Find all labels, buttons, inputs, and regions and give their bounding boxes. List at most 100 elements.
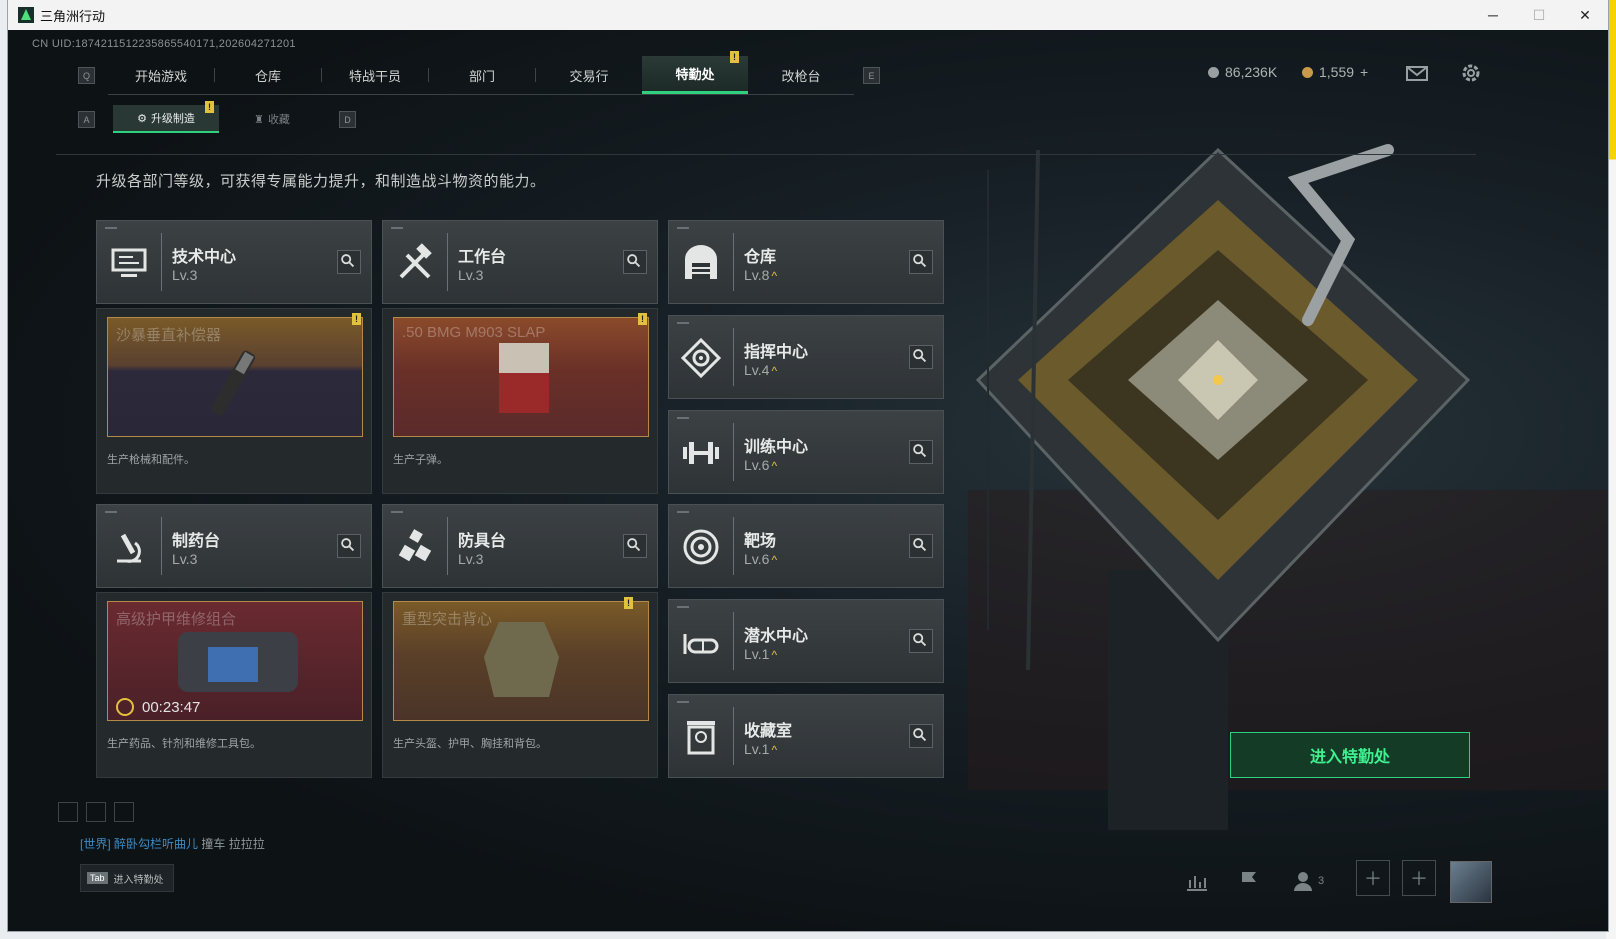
dept-name: 技术中心 — [172, 249, 237, 266]
dept-pharmacy[interactable]: 制药台 Lv.3 — [96, 504, 372, 588]
tab-shortcut-hint[interactable]: Tab 进入特勤处 — [80, 864, 174, 892]
dept-warehouse[interactable]: 仓库 Lv.8 ^ — [668, 220, 944, 304]
silver-currency[interactable]: 86,236K — [1208, 64, 1277, 80]
squad-icon — [1294, 872, 1312, 891]
production-workbench[interactable]: .50 BMG M903 SLAP ! 生产子弹。 — [382, 308, 658, 494]
squad-count: 3 — [1318, 875, 1325, 887]
production-pharmacy[interactable]: 高级护甲维修组合 00:23:47 生产药品、针剂和维修工具包。 — [96, 592, 372, 778]
dept-collection-room[interactable]: 收藏室 Lv.1 ^ — [668, 694, 944, 778]
dept-workbench[interactable]: 工作台 Lv.3 — [382, 220, 658, 304]
search-icon[interactable] — [909, 534, 933, 558]
search-icon[interactable] — [623, 250, 647, 274]
monitor-icon — [111, 248, 147, 277]
divider — [56, 154, 1476, 155]
invite-slot-button[interactable]: ＋ — [1356, 860, 1390, 896]
search-icon[interactable] — [909, 440, 933, 464]
invite-slot-button[interactable]: ＋ — [1402, 860, 1436, 896]
gold-currency[interactable]: 1,559 + — [1302, 64, 1368, 80]
command-icon — [680, 337, 722, 379]
dept-command-center[interactable]: 指挥中心 Lv.4 ^ — [668, 315, 944, 399]
search-icon[interactable] — [909, 629, 933, 653]
dept-level: Lv.6 — [744, 457, 770, 473]
production-armor[interactable]: 重型突击背心 ! 生产头盔、护甲、胸挂和背包。 — [382, 592, 658, 778]
settings-gear-icon[interactable] — [1458, 60, 1484, 86]
subtab-collection[interactable]: ♜ 收藏 — [219, 105, 325, 133]
delta-force-logo-icon — [18, 7, 34, 23]
dept-name: 靶场 — [744, 533, 777, 550]
subnav-next-key: D — [339, 111, 356, 128]
product-name: .50 BMG M903 SLAP — [402, 324, 546, 341]
dept-level-row: Lv.8 ^ — [744, 267, 777, 283]
dept-level: Lv.8 — [744, 267, 770, 283]
stats-chart-icon[interactable] — [1184, 870, 1210, 892]
nav-next-key: E — [863, 67, 880, 84]
game-window: 三角洲行动 ─ ☐ ✕ CN UID:187421151223586554017… — [8, 0, 1608, 931]
dept-name: 工作台 — [458, 249, 507, 266]
dept-armor[interactable]: 防具台 Lv.3 — [382, 504, 658, 588]
tab-department[interactable]: 部门 — [429, 56, 535, 94]
main-nav: 开始游戏 仓库 特战干员 部门 交易行 特勤处 改枪台 — [108, 56, 854, 95]
nav-prev-key: Q — [78, 67, 95, 84]
game-viewport: CN UID:1874211512235865540171,2026042712… — [8, 30, 1608, 931]
dept-level-row: Lv.6 ^ — [744, 551, 777, 567]
upgrade-arrow-icon: ^ — [771, 364, 778, 378]
tab-warehouse[interactable]: 仓库 — [215, 56, 321, 94]
tab-start-game[interactable]: 开始游戏 — [108, 56, 214, 94]
dept-name: 潜水中心 — [744, 628, 809, 645]
upgrade-arrow-icon: ^ — [771, 553, 778, 567]
maximize-button[interactable]: ☐ — [1516, 0, 1562, 30]
dumbbell-icon — [683, 442, 719, 464]
dept-tech-center[interactable]: 技术中心 Lv.3 — [96, 220, 372, 304]
special-ops-alert-badge: ! — [730, 51, 739, 63]
enter-special-ops-button[interactable]: 进入特勤处 — [1230, 732, 1470, 778]
upgrade-arrow-icon: ^ — [771, 648, 778, 662]
upgrade-arrow-icon: ^ — [771, 459, 778, 473]
invite-slots: ＋ ＋ — [1356, 860, 1436, 896]
search-icon[interactable] — [909, 724, 933, 748]
armor-icon — [398, 529, 432, 562]
dept-name: 仓库 — [744, 249, 777, 266]
chat-message: 撞车 拉拉拉 — [201, 837, 265, 851]
dept-level-row: Lv.6 ^ — [744, 457, 777, 473]
search-icon[interactable] — [337, 534, 361, 558]
warehouse-icon — [685, 245, 717, 279]
mail-icon[interactable] — [1404, 60, 1430, 86]
chat-channel: [世界] — [80, 837, 111, 851]
dept-name: 制药台 — [172, 533, 221, 550]
alert-badge: ! — [638, 313, 647, 325]
product-image: 高级护甲维修组合 00:23:47 — [107, 601, 363, 721]
subtab-upgrade[interactable]: ⚙ 升级制造 — [113, 105, 219, 133]
subtab-upgrade-label: 升级制造 — [150, 113, 195, 125]
dept-shooting-range[interactable]: 靶场 Lv.6 ^ — [668, 504, 944, 588]
search-icon[interactable] — [909, 345, 933, 369]
microscope-icon — [117, 533, 141, 563]
tools-icon — [399, 243, 432, 279]
dept-diving-center[interactable]: 潜水中心 Lv.1 ^ — [668, 599, 944, 683]
silver-amount: 86,236K — [1225, 64, 1278, 80]
tab-hint-label: 进入特勤处 — [113, 874, 164, 886]
tab-trading[interactable]: 交易行 — [536, 56, 642, 94]
tab-gunsmith[interactable]: 改枪台 — [748, 56, 854, 94]
dept-name: 收藏室 — [744, 723, 793, 740]
flag-icon[interactable] — [1236, 868, 1262, 892]
add-gold-button[interactable]: + — [1360, 64, 1368, 80]
product-image: 重型突击背心 — [393, 601, 649, 721]
silver-coin-icon — [1208, 66, 1219, 78]
player-avatar[interactable] — [1450, 861, 1492, 903]
search-icon[interactable] — [337, 250, 361, 274]
hud-square — [58, 802, 78, 822]
squad-button[interactable]: 3 — [1292, 870, 1324, 892]
world-chat[interactable]: [世界] 醉卧勾栏听曲儿 撞车 拉拉拉 — [80, 835, 265, 852]
dept-name: 指挥中心 — [744, 344, 809, 361]
production-tech[interactable]: 沙暴垂直补偿器 ! 生产枪械和配件。 — [96, 308, 372, 494]
search-icon[interactable] — [909, 250, 933, 274]
dept-training-center[interactable]: 训练中心 Lv.6 ^ — [668, 410, 944, 494]
page-description: 升级各部门等级，可获得专属能力提升，和制造战斗物资的能力。 — [96, 173, 546, 190]
close-button[interactable]: ✕ — [1562, 0, 1608, 30]
search-icon[interactable] — [623, 534, 647, 558]
minimize-button[interactable]: ─ — [1470, 0, 1516, 30]
dept-level: Lv.1 — [744, 741, 770, 757]
hud-square — [114, 802, 134, 822]
subnav-prev-key: A — [78, 111, 95, 128]
tab-operators[interactable]: 特战干员 — [322, 56, 428, 94]
